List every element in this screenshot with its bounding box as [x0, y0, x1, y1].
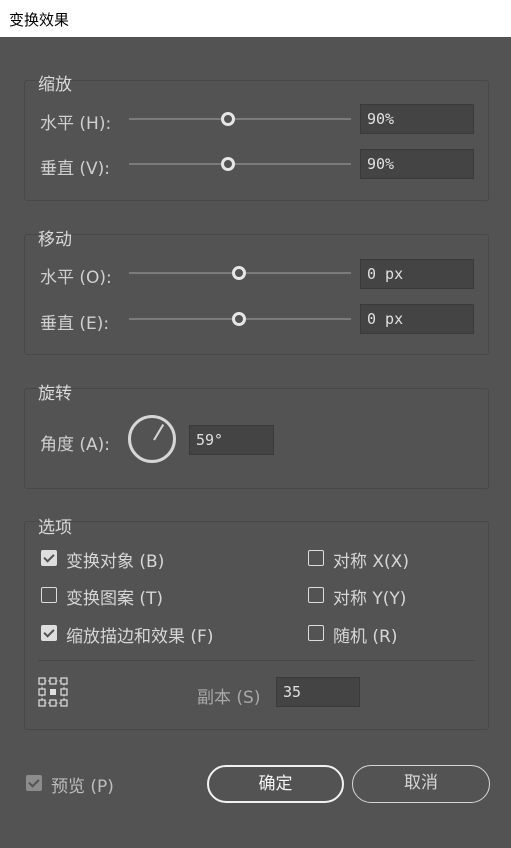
options-divider	[38, 660, 475, 661]
angle-dial[interactable]	[128, 415, 176, 463]
rotate-group-title: 旋转	[38, 384, 72, 404]
window-title: 变换效果	[9, 11, 70, 29]
scale-horizontal-field[interactable]: 90%	[360, 104, 474, 134]
options-group-title: 选项	[38, 518, 72, 538]
move-horizontal-field[interactable]: 0 px	[360, 259, 474, 289]
scale-vertical-field[interactable]: 90%	[360, 149, 474, 179]
angle-label: 角度 (A):	[40, 435, 111, 455]
random-checkbox[interactable]	[308, 625, 324, 641]
scale-vertical-slider-thumb[interactable]	[221, 157, 235, 171]
preview-label[interactable]: 预览 (P)	[51, 772, 114, 797]
scale-strokes-label[interactable]: 缩放描边和效果 (F)	[66, 622, 213, 647]
copies-field[interactable]: 35	[276, 677, 360, 707]
angle-dial-hand	[152, 423, 164, 441]
cancel-button[interactable]: 取消	[352, 765, 490, 803]
move-group	[24, 234, 489, 355]
move-vertical-field[interactable]: 0 px	[360, 304, 474, 334]
move-horizontal-label: 水平 (O):	[40, 268, 112, 288]
ok-button[interactable]: 确定	[207, 765, 344, 803]
random-label[interactable]: 随机 (R)	[333, 622, 397, 647]
transform-objects-label[interactable]: 变换对象 (B)	[66, 547, 164, 572]
transform-patterns-checkbox[interactable]	[41, 587, 57, 603]
move-group-title: 移动	[38, 230, 72, 250]
scale-horizontal-slider-track[interactable]	[129, 118, 351, 120]
copies-label: 副本 (S)	[197, 688, 261, 708]
move-vertical-slider-thumb[interactable]	[232, 312, 246, 326]
reflect-y-label[interactable]: 对称 Y(Y)	[333, 584, 406, 609]
reflect-x-checkbox[interactable]	[308, 550, 324, 566]
move-vertical-label: 垂直 (E):	[40, 314, 110, 334]
transform-objects-checkbox[interactable]	[41, 550, 57, 566]
move-horizontal-slider-thumb[interactable]	[232, 266, 246, 280]
transform-patterns-label[interactable]: 变换图案 (T)	[66, 584, 163, 609]
scale-horizontal-label: 水平 (H):	[40, 114, 112, 134]
window-title-bar: 变换效果	[0, 0, 511, 37]
reflect-x-label[interactable]: 对称 X(X)	[333, 547, 409, 572]
scale-group	[24, 80, 489, 201]
scale-strokes-checkbox[interactable]	[41, 625, 57, 641]
angle-field[interactable]: 59°	[189, 425, 274, 455]
preview-checkbox[interactable]	[26, 775, 42, 791]
scale-vertical-slider-track[interactable]	[129, 163, 351, 165]
reflect-y-checkbox[interactable]	[308, 587, 324, 603]
reference-point-icon[interactable]	[38, 677, 68, 707]
scale-horizontal-slider-thumb[interactable]	[221, 112, 235, 126]
scale-vertical-label: 垂直 (V):	[40, 159, 111, 179]
scale-group-title: 缩放	[38, 75, 72, 95]
